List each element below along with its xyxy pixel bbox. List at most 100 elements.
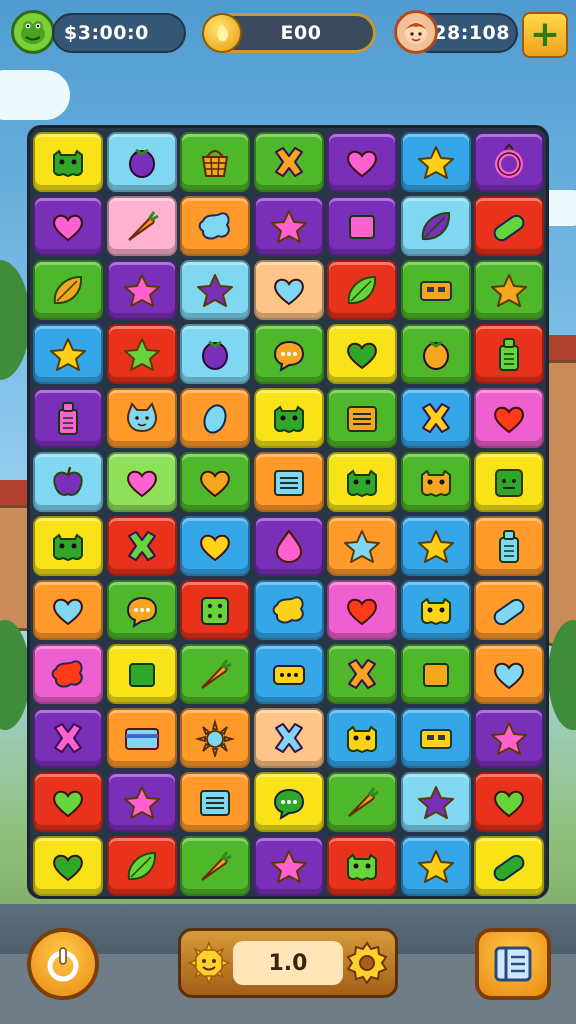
heart-icon <box>347 342 377 370</box>
star-icon <box>417 786 454 819</box>
tile-green[interactable] <box>106 580 177 640</box>
tile-purple[interactable] <box>474 708 544 768</box>
tile-purple[interactable] <box>253 516 324 576</box>
tile-red[interactable] <box>474 324 544 384</box>
tile-blue[interactable] <box>253 644 324 704</box>
tile-red[interactable] <box>106 324 177 384</box>
tile-red[interactable] <box>106 516 177 576</box>
tile-cyan[interactable] <box>400 772 471 832</box>
tile-orange[interactable] <box>180 708 250 768</box>
tile-orange[interactable] <box>253 452 324 512</box>
tile-cyan[interactable] <box>106 132 177 192</box>
tile-green[interactable] <box>253 324 324 384</box>
tile-magenta[interactable] <box>327 580 397 640</box>
add-lives-button[interactable]: + <box>522 12 568 58</box>
tile-blue[interactable] <box>253 580 324 640</box>
tile-lime[interactable] <box>106 452 177 512</box>
tile-magenta[interactable] <box>474 388 544 448</box>
tile-green[interactable] <box>33 260 103 320</box>
tile-blue[interactable] <box>33 324 103 384</box>
tile-orange[interactable] <box>474 644 544 704</box>
tile-blue[interactable] <box>400 580 471 640</box>
tile-yellow[interactable] <box>474 452 544 512</box>
tile-yellow[interactable] <box>33 516 103 576</box>
tile-orange[interactable] <box>106 708 177 768</box>
tile-yellow[interactable] <box>253 388 324 448</box>
monster-icon <box>347 853 377 882</box>
tile-red[interactable] <box>180 580 250 640</box>
tile-orange[interactable] <box>180 772 250 832</box>
tile-orange[interactable] <box>474 580 544 640</box>
tile-orange[interactable] <box>327 516 397 576</box>
tile-orange[interactable] <box>33 580 103 640</box>
heart-icon <box>347 150 377 178</box>
x-icon <box>54 723 82 753</box>
tile-purple[interactable] <box>253 196 324 256</box>
tile-orange[interactable] <box>474 516 544 576</box>
tile-red[interactable] <box>474 772 544 832</box>
tile-cyan[interactable] <box>400 196 471 256</box>
tile-purple[interactable] <box>33 388 103 448</box>
tile-blue[interactable] <box>400 708 471 768</box>
tile-yellow[interactable] <box>327 452 397 512</box>
tile-red[interactable] <box>474 196 544 256</box>
tile-green[interactable] <box>253 132 324 192</box>
tile-peach[interactable] <box>253 708 324 768</box>
tile-purple[interactable] <box>253 836 324 896</box>
heart-icon <box>347 598 377 626</box>
tile-green[interactable] <box>180 836 250 896</box>
book-icon <box>494 946 532 982</box>
tile-green[interactable] <box>400 452 471 512</box>
tile-green[interactable] <box>327 644 397 704</box>
tile-yellow[interactable] <box>33 132 103 192</box>
tile-yellow[interactable] <box>474 836 544 896</box>
tile-red[interactable] <box>327 260 397 320</box>
tile-yellow[interactable] <box>253 772 324 832</box>
bottle-icon <box>499 530 519 563</box>
tile-cyan[interactable] <box>180 324 250 384</box>
tile-green[interactable] <box>474 260 544 320</box>
tile-purple[interactable] <box>474 132 544 192</box>
tile-green[interactable] <box>180 132 250 192</box>
tile-yellow[interactable] <box>106 644 177 704</box>
gold-coin-icon <box>202 13 242 53</box>
restart-button[interactable] <box>27 928 99 1000</box>
tile-red[interactable] <box>33 772 103 832</box>
tile-purple[interactable] <box>327 132 397 192</box>
tile-blue[interactable] <box>400 132 471 192</box>
avatar-frog-icon[interactable] <box>11 10 55 54</box>
tile-magenta[interactable] <box>33 644 103 704</box>
blob-icon <box>51 660 83 688</box>
tile-purple[interactable] <box>33 708 103 768</box>
tile-green[interactable] <box>327 388 397 448</box>
tile-orange[interactable] <box>180 388 250 448</box>
tile-purple[interactable] <box>33 196 103 256</box>
tile-green[interactable] <box>327 772 397 832</box>
tile-yellow[interactable] <box>33 836 103 896</box>
character-avatar-icon[interactable] <box>394 10 438 54</box>
menu-book-button[interactable] <box>475 928 551 1000</box>
tile-blue[interactable] <box>180 516 250 576</box>
tile-green[interactable] <box>400 644 471 704</box>
tile-green[interactable] <box>400 324 471 384</box>
tile-blue[interactable] <box>400 836 471 896</box>
tile-cyan[interactable] <box>180 260 250 320</box>
tile-peach[interactable] <box>253 260 324 320</box>
tile-purple[interactable] <box>106 772 177 832</box>
tile-blue[interactable] <box>327 708 397 768</box>
tile-orange[interactable] <box>180 196 250 256</box>
tile-red[interactable] <box>327 836 397 896</box>
tile-orange[interactable] <box>106 388 177 448</box>
tile-cyan[interactable] <box>33 452 103 512</box>
tile-green[interactable] <box>180 452 250 512</box>
tile-green[interactable] <box>180 644 250 704</box>
settings-gear-icon[interactable] <box>343 939 391 987</box>
tile-blue[interactable] <box>400 388 471 448</box>
tile-green[interactable] <box>400 260 471 320</box>
tile-blue[interactable] <box>400 516 471 576</box>
tile-pink[interactable] <box>106 196 177 256</box>
tile-purple[interactable] <box>327 196 397 256</box>
tile-purple[interactable] <box>106 260 177 320</box>
tile-red[interactable] <box>106 836 177 896</box>
tile-yellow[interactable] <box>327 324 397 384</box>
